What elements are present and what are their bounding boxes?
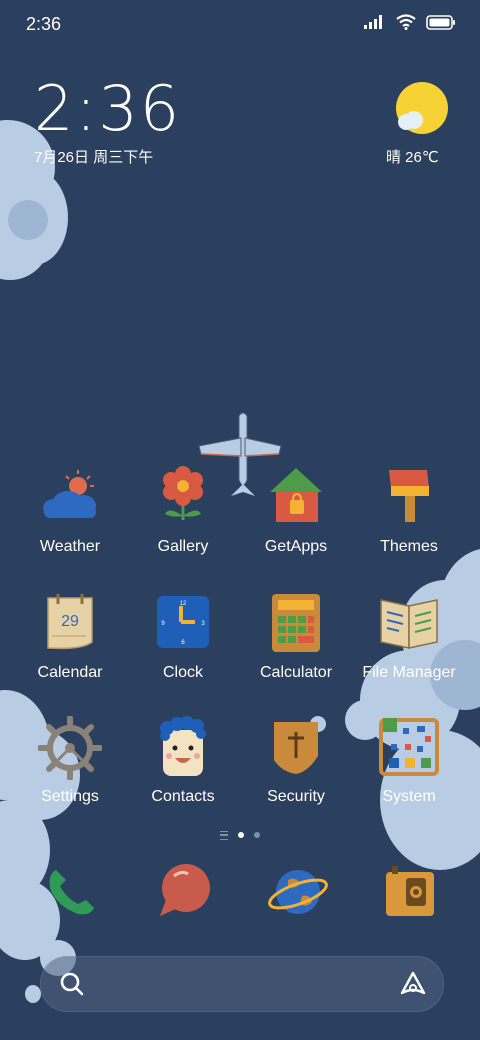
app-getapps[interactable]: GetApps [240, 466, 352, 556]
shield-icon [264, 716, 328, 780]
camera-icon [386, 866, 434, 916]
assistant-icon[interactable] [399, 970, 427, 998]
page-dot-active [238, 832, 244, 838]
face-icon [151, 716, 215, 780]
sun-cloud-icon [396, 82, 448, 134]
app-calendar[interactable]: 29 Calendar [14, 592, 126, 682]
search-icon[interactable] [59, 971, 85, 997]
app-label: Calculator [259, 664, 333, 681]
app-label: Contacts [151, 788, 215, 805]
app-label: Security [267, 788, 325, 805]
app-label: Weather [39, 538, 101, 555]
app-label: Calendar [37, 664, 103, 681]
cloud-sun-icon [38, 466, 102, 530]
page-dot [254, 832, 260, 838]
page-indicator[interactable] [200, 828, 280, 842]
app-label: GetApps [264, 538, 328, 555]
app-label: Settings [41, 788, 99, 805]
open-book-icon [377, 592, 441, 656]
globe-icon [268, 870, 328, 914]
status-time: 2:36 [26, 14, 62, 34]
app-themes[interactable]: Themes [353, 466, 465, 556]
app-file-manager[interactable]: File Manager [353, 592, 465, 682]
app-gallery[interactable]: Gallery [127, 466, 239, 556]
status-icons [364, 14, 456, 30]
message-bubble-icon [160, 864, 210, 916]
calculator-icon [264, 592, 328, 656]
dock-messages[interactable] [152, 860, 216, 924]
dock-browser[interactable] [266, 860, 330, 924]
house-icon [264, 466, 328, 530]
all-apps-lines-icon [220, 830, 228, 840]
app-label: System [382, 788, 436, 805]
app-contacts[interactable]: Contacts [127, 716, 239, 806]
app-label: Clock [162, 664, 203, 681]
clock-time[interactable]: 2:36 [34, 78, 181, 140]
status-bar: 2:36 [0, 0, 480, 50]
app-security[interactable]: Security [240, 716, 352, 806]
battery-icon [426, 14, 455, 30]
app-system[interactable]: System [353, 716, 465, 806]
app-settings[interactable]: Settings [14, 715, 126, 806]
signal-icon [364, 15, 382, 29]
tools-grid-icon [377, 716, 441, 780]
paint-brush-icon [377, 466, 441, 530]
dock-camera[interactable] [378, 860, 442, 924]
wifi-icon [396, 14, 416, 30]
app-label: Gallery [157, 538, 209, 555]
clock-date: 7月26日 周三下午 [34, 149, 154, 166]
weather-text: 晴 26℃ [386, 149, 439, 166]
svg-text:12: 12 [180, 601, 187, 607]
flower-icon [151, 466, 215, 530]
calendar-icon: 29 [38, 592, 102, 656]
app-calculator[interactable]: Calculator [240, 592, 352, 682]
app-label: File Manager [362, 664, 456, 681]
dock-phone[interactable] [38, 860, 102, 924]
calendar-day: 29 [61, 613, 79, 630]
app-label: Themes [380, 538, 438, 555]
phone-icon [49, 870, 94, 915]
clock-icon: 12 3 6 9 [151, 592, 215, 656]
search-bar[interactable] [40, 956, 444, 1012]
gear-icon [37, 715, 103, 781]
app-weather[interactable]: Weather [14, 466, 126, 556]
app-clock[interactable]: 12 3 6 9 Clock [127, 592, 239, 682]
